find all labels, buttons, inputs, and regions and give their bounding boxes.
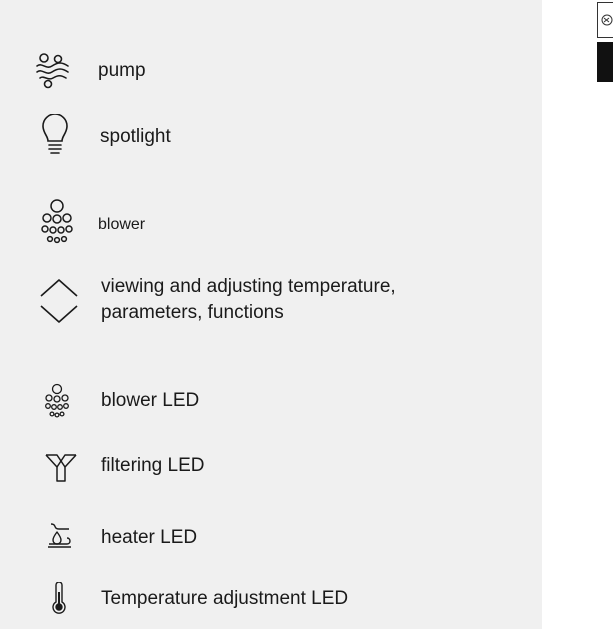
pump-icon bbox=[34, 52, 72, 90]
legend-item-adjust: viewing and adjusting temperature, param… bbox=[0, 272, 542, 330]
legend-label-pump: pump bbox=[98, 60, 146, 81]
blower-icon bbox=[40, 198, 74, 246]
legend-item-temperature-led: Temperature adjustment LED bbox=[0, 582, 542, 616]
legend-item-filtering-led: filtering LED bbox=[0, 447, 542, 485]
filtering-led-icon bbox=[43, 449, 79, 483]
legend-label-heater-led: heater LED bbox=[101, 527, 198, 548]
panel-dark-cell bbox=[597, 42, 613, 82]
panel-icon-cell bbox=[597, 2, 613, 38]
legend-label-blower-led: blower LED bbox=[101, 390, 200, 411]
heater-led-icon bbox=[45, 522, 75, 550]
legend-label-adjust-line2: parameters, functions bbox=[101, 302, 284, 323]
legend-item-blower-led: blower LED bbox=[0, 383, 542, 419]
legend-item-heater-led: heater LED bbox=[0, 522, 542, 554]
thermometer-icon bbox=[51, 582, 67, 614]
legend-item-spotlight: spotlight bbox=[0, 114, 542, 158]
control-panel-fragment bbox=[597, 0, 613, 92]
legend-label-blower: blower bbox=[98, 216, 146, 233]
legend-label-adjust-line1: viewing and adjusting temperature, bbox=[101, 276, 396, 297]
legend-item-blower: blower bbox=[0, 198, 542, 246]
legend-label-filtering-led: filtering LED bbox=[101, 455, 205, 476]
legend-label-temperature-led: Temperature adjustment LED bbox=[101, 588, 349, 609]
up-down-arrows-icon bbox=[38, 276, 80, 326]
legend-label-spotlight: spotlight bbox=[100, 126, 171, 147]
legend-item-pump: pump bbox=[0, 52, 542, 92]
blower-led-icon bbox=[44, 383, 70, 419]
spotlight-icon bbox=[40, 114, 70, 158]
legend-panel: pump spotlight blower viewing and adjust… bbox=[0, 0, 542, 629]
